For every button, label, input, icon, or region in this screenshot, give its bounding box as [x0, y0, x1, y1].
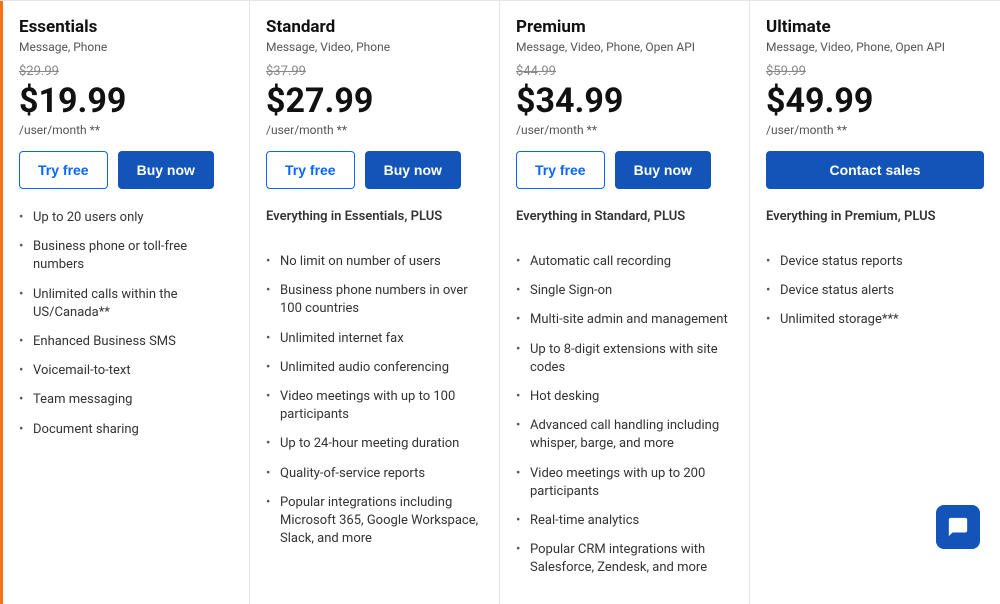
plan-current-price-premium: $34.99 — [516, 81, 733, 121]
list-item: Video meetings with up to 200 participan… — [516, 465, 733, 501]
list-item: Popular integrations including Microsoft… — [266, 494, 483, 549]
plan-col-essentials: Essentials Message, Phone $29.99 $19.99/use… — [0, 1, 250, 604]
plan-section-header-ultimate: Everything in Premium, PLUS — [766, 209, 984, 239]
plan-col-standard: Standard Message, Video, Phone $37.99 $27.9… — [250, 1, 500, 604]
plan-tagline-premium: Message, Video, Phone, Open API — [516, 40, 733, 54]
plan-buttons-essentials: Try free Buy now — [19, 151, 233, 189]
list-item: Business phone numbers in over 100 count… — [266, 282, 483, 318]
plan-name-premium: Premium — [516, 17, 733, 37]
plan-section-header-standard: Everything in Essentials, PLUS — [266, 209, 483, 239]
plan-per-user-essentials: /user/month ** — [19, 123, 233, 137]
list-item: Automatic call recording — [516, 253, 733, 271]
list-item: Document sharing — [19, 421, 233, 439]
plan-name-essentials: Essentials — [19, 17, 233, 37]
list-item: Up to 20 users only — [19, 209, 233, 227]
plan-original-price-standard: $37.99 — [266, 64, 483, 79]
list-item: Multi-site admin and management — [516, 311, 733, 329]
contact-sales-button-ultimate[interactable]: Contact sales — [766, 151, 984, 189]
try-free-button-premium[interactable]: Try free — [516, 151, 605, 189]
try-free-button-standard[interactable]: Try free — [266, 151, 355, 189]
chat-icon — [947, 516, 969, 538]
plan-per-user-ultimate: /user/month ** — [766, 123, 984, 137]
plan-features-essentials: Up to 20 users only Business phone or tol… — [19, 209, 233, 439]
plan-original-price-premium: $44.99 — [516, 64, 733, 79]
plan-per-user-premium: /user/month ** — [516, 123, 733, 137]
buy-now-button-premium[interactable]: Buy now — [615, 151, 711, 189]
plan-tagline-ultimate: Message, Video, Phone, Open API — [766, 40, 984, 54]
list-item: Unlimited calls within the US/Canada** — [19, 286, 233, 322]
buy-now-button-essentials[interactable]: Buy now — [118, 151, 214, 189]
list-item: Up to 8-digit extensions with site codes — [516, 341, 733, 377]
buy-now-button-standard[interactable]: Buy now — [365, 151, 461, 189]
plan-current-price-standard: $27.99 — [266, 81, 483, 121]
list-item: Unlimited audio conferencing — [266, 359, 483, 377]
list-item: Business phone or toll-free numbers — [19, 238, 233, 274]
list-item: Hot desking — [516, 388, 733, 406]
plan-buttons-standard: Try free Buy now — [266, 151, 483, 189]
list-item: Voicemail-to-text — [19, 362, 233, 380]
list-item: Unlimited internet fax — [266, 330, 483, 348]
chat-button[interactable] — [936, 505, 980, 549]
plan-per-user-standard: /user/month ** — [266, 123, 483, 137]
list-item: Quality-of-service reports — [266, 465, 483, 483]
list-item: Real-time analytics — [516, 512, 733, 530]
plan-buttons-ultimate: Contact sales — [766, 151, 984, 189]
try-free-button-essentials[interactable]: Try free — [19, 151, 108, 189]
list-item: Unlimited storage*** — [766, 311, 984, 329]
pricing-grid: Essentials Message, Phone $29.99 $19.99/use… — [0, 0, 1000, 604]
plan-current-price-ultimate: $49.99 — [766, 81, 984, 121]
plan-buttons-premium: Try free Buy now — [516, 151, 733, 189]
list-item: Team messaging — [19, 391, 233, 409]
list-item: Single Sign-on — [516, 282, 733, 300]
list-item: Up to 24-hour meeting duration — [266, 435, 483, 453]
list-item: Popular CRM integrations with Salesforce… — [516, 541, 733, 577]
list-item: Device status alerts — [766, 282, 984, 300]
list-item: Device status reports — [766, 253, 984, 271]
plan-original-price-ultimate: $59.99 — [766, 64, 984, 79]
plan-name-standard: Standard — [266, 17, 483, 37]
plan-tagline-essentials: Message, Phone — [19, 40, 233, 54]
plan-features-premium: Automatic call recording Single Sign-on Mu… — [516, 253, 733, 577]
plan-col-premium: Premium Message, Video, Phone, Open API $4… — [500, 1, 750, 604]
plan-features-ultimate: Device status reports Device status alert… — [766, 253, 984, 330]
plan-section-header-premium: Everything in Standard, PLUS — [516, 209, 733, 239]
list-item: Advanced call handling including whisper… — [516, 417, 733, 453]
plan-tagline-standard: Message, Video, Phone — [266, 40, 483, 54]
plan-name-ultimate: Ultimate — [766, 17, 984, 37]
list-item: Video meetings with up to 100 participan… — [266, 388, 483, 424]
plan-original-price-essentials: $29.99 — [19, 64, 233, 79]
list-item: Enhanced Business SMS — [19, 333, 233, 351]
list-item: No limit on number of users — [266, 253, 483, 271]
plan-current-price-essentials: $19.99 — [19, 81, 233, 121]
plan-features-standard: No limit on number of users Business phon… — [266, 253, 483, 548]
